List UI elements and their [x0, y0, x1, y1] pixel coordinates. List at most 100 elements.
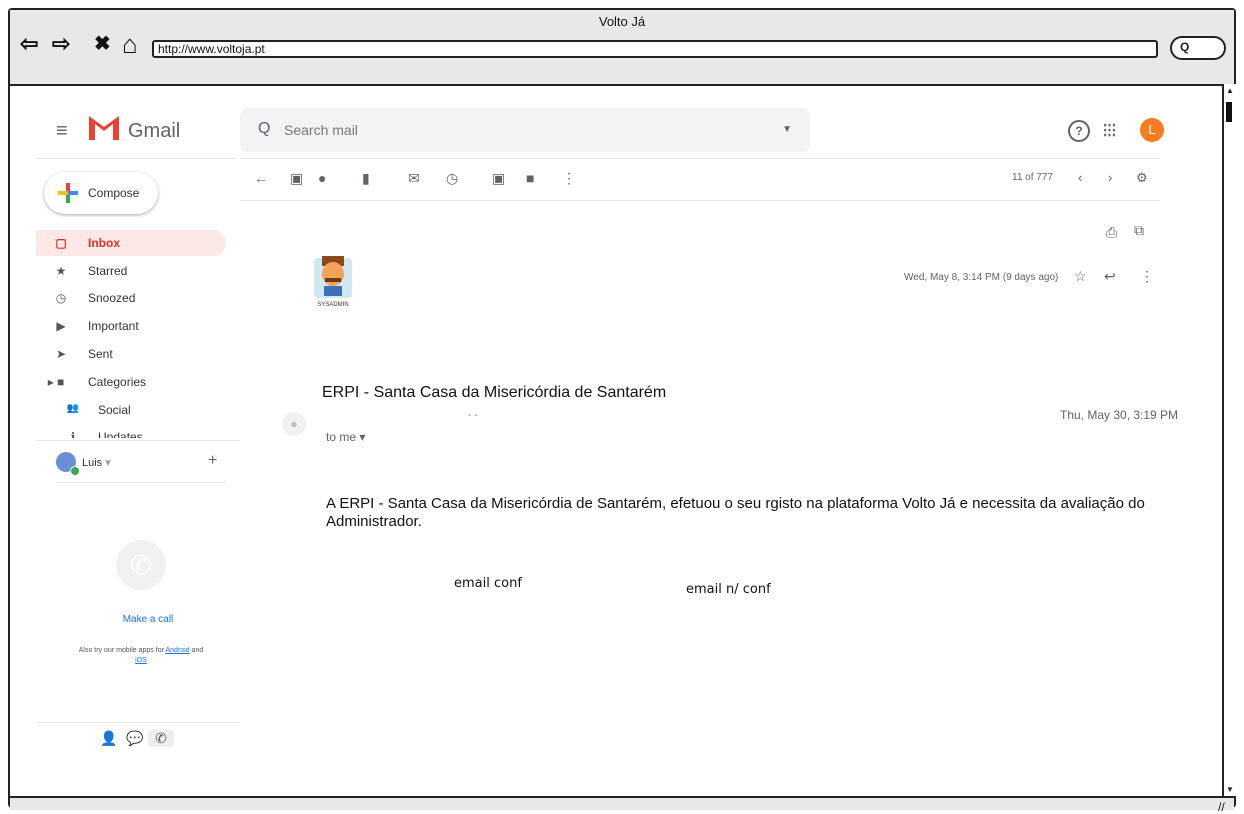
recipient-details[interactable]: to me ▾ — [326, 430, 365, 444]
archive-icon[interactable]: ▣ — [290, 170, 303, 187]
make-call-link[interactable]: Make a call — [36, 614, 260, 625]
settings-icon[interactable]: ⚙ — [1136, 170, 1148, 186]
sidebar-item-label: Important — [88, 319, 139, 333]
resize-grip-icon[interactable]: // — [1218, 800, 1225, 814]
help-icon[interactable]: ? — [1068, 120, 1090, 142]
vertical-scrollbar[interactable]: ▲ ▼ — [1222, 84, 1236, 796]
search-icon[interactable]: Q — [258, 120, 270, 138]
sidebar-item-inbox[interactable]: ▢ Inbox — [36, 230, 226, 256]
reply-icon[interactable]: ↩ — [1104, 268, 1116, 285]
divider — [36, 440, 240, 441]
android-link[interactable]: Android — [165, 647, 189, 654]
email-subject: ERPI - Santa Casa da Misericórdia de San… — [322, 384, 667, 401]
email-confirm-link[interactable]: email conf — [454, 576, 522, 591]
sidebar-item-important[interactable]: ▶ Important — [36, 313, 226, 339]
message-date: Wed, May 8, 3:14 PM (9 days ago) — [904, 272, 1059, 283]
sidebar-item-starred[interactable]: ★ Starred — [36, 258, 226, 284]
more-options-icon[interactable]: ⋮ — [562, 170, 576, 187]
label-icon: ▸ ■ — [47, 375, 65, 389]
gmail-wordmark[interactable]: Gmail — [128, 120, 180, 143]
delete-icon[interactable]: ▮ — [362, 170, 370, 187]
sidebar-item-social[interactable]: 👥 Social — [36, 397, 226, 423]
star-icon[interactable]: ☆ — [1074, 268, 1087, 285]
sender-name: - - — [468, 410, 478, 421]
clock-icon: ◷ — [55, 291, 67, 305]
sidebar-item-label: Categories — [88, 375, 147, 389]
recipient-label: to me — [326, 430, 357, 444]
hangouts-tabs: 👤 💬 ✆ — [96, 730, 174, 747]
window-title: Volto Já — [598, 14, 646, 29]
chevron-left-icon[interactable]: ‹ — [1078, 170, 1082, 185]
mark-unread-icon[interactable]: ✉ — [408, 170, 420, 187]
inbox-icon: ▢ — [55, 236, 67, 250]
plus-icon — [58, 183, 78, 203]
forward-icon[interactable]: ⇨ — [52, 33, 70, 55]
sysadmin-label: SYSADMIN — [317, 302, 348, 308]
ios-link[interactable]: iOS — [135, 657, 147, 664]
email-not-confirm-link[interactable]: email n/ conf — [686, 582, 771, 597]
important-icon: ▶ — [56, 319, 66, 333]
scroll-thumb[interactable] — [1226, 102, 1232, 122]
back-to-inbox-icon[interactable]: ← — [254, 170, 268, 186]
sidebar-item-sent[interactable]: ➤ Sent — [36, 341, 226, 367]
chevron-down-icon[interactable]: ▾ — [105, 457, 111, 469]
and-text: and — [191, 647, 204, 654]
url-bar[interactable]: http://www.voltoja.pt — [152, 40, 1158, 58]
add-contact-button[interactable]: + — [208, 452, 217, 470]
chevron-right-icon[interactable]: › — [1108, 170, 1112, 185]
star-icon: ★ — [55, 264, 67, 278]
info-icon: ℹ — [70, 430, 76, 438]
account-avatar[interactable]: L — [1140, 118, 1164, 142]
sidebar-item-label: Updates — [98, 430, 143, 438]
more-options-icon[interactable]: ⋮ — [1140, 268, 1154, 285]
report-spam-icon[interactable]: ● — [318, 170, 326, 186]
sidebar-item-updates[interactable]: ℹ Updates — [36, 424, 226, 438]
mobile-apps-text: Also try our mobile apps for — [78, 647, 164, 654]
move-to-icon[interactable]: ▣ — [492, 170, 505, 187]
back-icon[interactable]: ⇦ — [20, 33, 38, 55]
search-bar[interactable]: Q Search mail ▼ — [240, 108, 810, 152]
divider — [56, 482, 226, 483]
search-options-icon[interactable]: ▼ — [782, 124, 792, 135]
sysadmin-avatar-icon: SYSADMIN — [314, 256, 352, 308]
snooze-icon[interactable]: ◷ — [446, 170, 458, 187]
sidebar-item-label: Sent — [88, 347, 113, 361]
sidebar-item-label: Snoozed — [88, 291, 136, 305]
open-new-window-icon[interactable]: ⧉ — [1134, 222, 1144, 239]
apps-grid-icon[interactable]: ⁝⁝⁝ — [1102, 118, 1117, 143]
search-input[interactable]: Search mail — [284, 122, 358, 138]
contacts-icon[interactable]: 👤 — [96, 730, 122, 747]
send-icon: ➤ — [55, 347, 67, 361]
email-body: A ERPI - Santa Casa da Misericórdia de S… — [326, 495, 1145, 530]
hangouts-user[interactable]: Luis ▾ + — [56, 452, 226, 476]
gmail-logo-icon[interactable] — [86, 112, 122, 142]
chat-icon[interactable]: 💬 — [122, 730, 148, 747]
message-date: Thu, May 30, 3:19 PM — [1060, 408, 1179, 422]
stop-icon[interactable]: ✖ — [94, 34, 111, 54]
divider — [240, 200, 1160, 201]
sidebar-item-categories[interactable]: ▸ ■ Categories — [36, 369, 226, 395]
browser-search-button[interactable]: Q — [1170, 36, 1226, 60]
phone-tab-icon[interactable]: ✆ — [148, 730, 174, 747]
divider — [240, 158, 1160, 159]
home-icon[interactable]: ⌂ — [122, 31, 138, 57]
compose-label: Compose — [88, 186, 140, 200]
sidebar-item-label: Social — [98, 403, 131, 417]
phone-icon: ✆ — [116, 540, 166, 590]
people-icon: 👥 — [66, 403, 80, 414]
sidebar-item-label: Starred — [88, 264, 128, 278]
scroll-up-icon[interactable]: ▲ — [1224, 86, 1236, 95]
divider — [36, 722, 240, 723]
user-name: Luis — [82, 457, 103, 469]
sender-avatar-icon: ● — [282, 412, 306, 436]
sidebar-item-label: Inbox — [88, 236, 120, 250]
scroll-down-icon[interactable]: ▼ — [1224, 785, 1236, 794]
label-icon[interactable]: ■ — [526, 170, 534, 186]
compose-button[interactable]: Compose — [44, 172, 158, 214]
message-count: 11 of 777 — [1012, 172, 1053, 183]
sidebar-item-snoozed[interactable]: ◷ Snoozed — [36, 285, 226, 311]
browser-statusbar — [10, 796, 1234, 810]
main-menu-icon[interactable]: ≡ — [56, 120, 68, 143]
print-icon[interactable]: ⎙ — [1106, 224, 1117, 241]
online-status-icon — [70, 466, 80, 476]
